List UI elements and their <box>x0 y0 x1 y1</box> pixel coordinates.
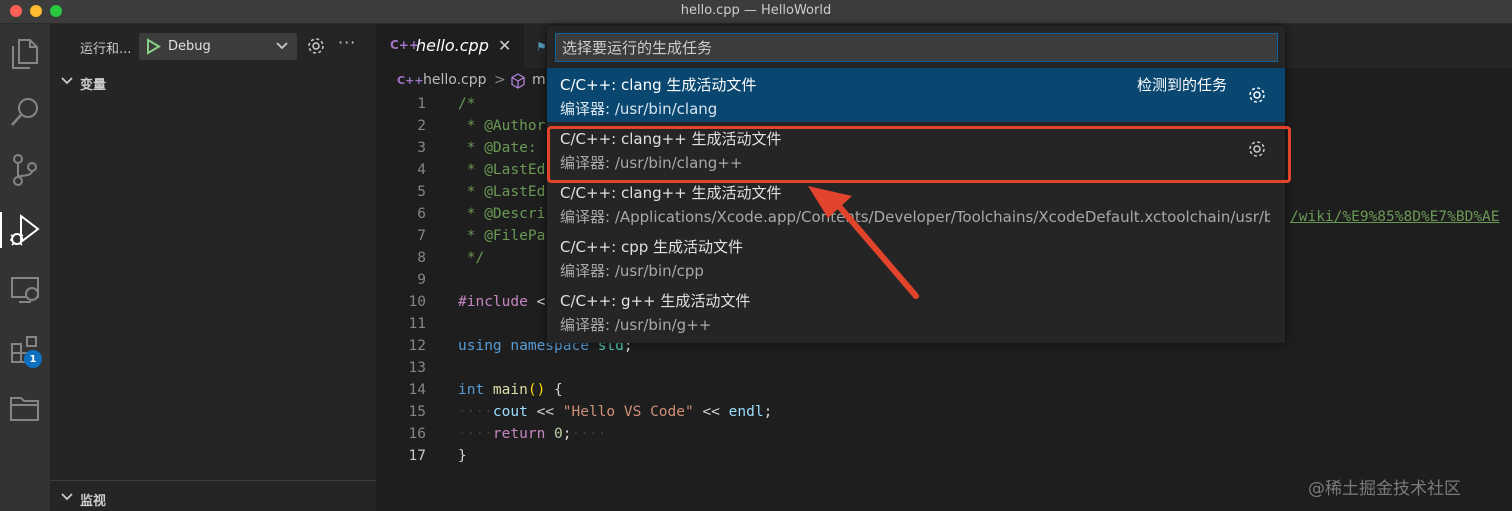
annotation-arrow <box>808 186 919 299</box>
watermark: @稀土掘金技术社区 <box>1308 479 1461 499</box>
